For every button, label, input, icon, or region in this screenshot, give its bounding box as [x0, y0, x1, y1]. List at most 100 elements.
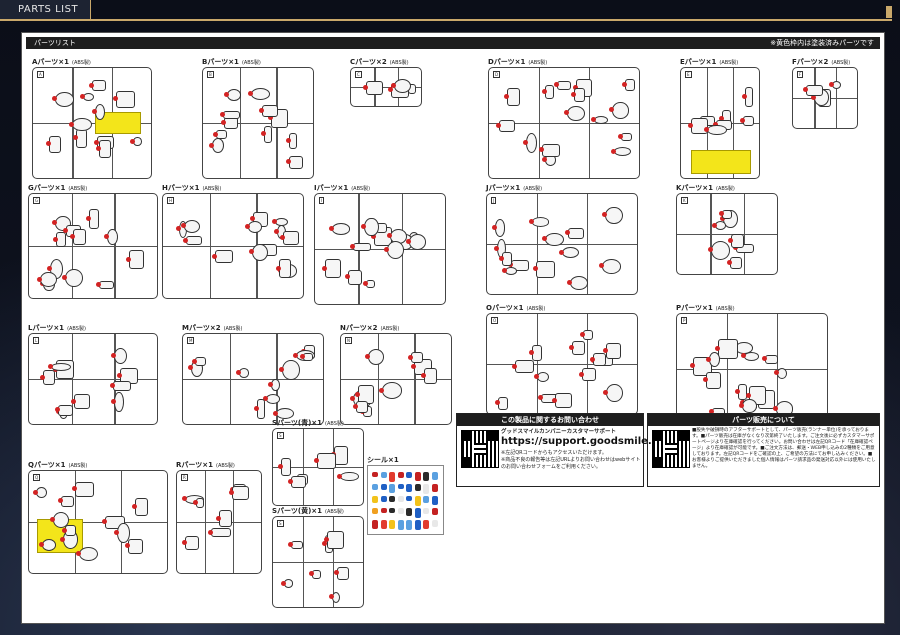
runner-part: [601, 258, 622, 274]
sticker-piece: [372, 520, 378, 529]
part-number-marker: [522, 140, 528, 146]
runner-part: [340, 471, 359, 482]
part-number-marker: [235, 370, 241, 376]
sticker-piece: [380, 508, 387, 514]
runner-part: [367, 349, 385, 366]
sticker-piece: [397, 496, 404, 503]
part-number-marker: [386, 233, 392, 239]
runner-part: [567, 105, 585, 121]
part-number-marker: [287, 479, 293, 485]
runner-gate-bar: [377, 334, 379, 424]
parts-sale-qr-code[interactable]: [652, 430, 690, 468]
runner-tag: I: [319, 197, 325, 204]
runner-part: [612, 102, 629, 119]
part-number-marker: [116, 372, 122, 378]
runner-tag: L: [33, 337, 40, 344]
part-number-marker: [354, 391, 360, 397]
runner-name: Fパーツ×2: [792, 58, 829, 66]
contact-qr-code[interactable]: [461, 430, 499, 468]
part-number-marker: [383, 246, 389, 252]
runner-part: [64, 268, 83, 287]
part-number-marker: [280, 580, 286, 586]
part-number-marker: [39, 374, 45, 380]
part-number-marker: [111, 398, 117, 404]
part-number-marker: [272, 410, 278, 416]
sticker-piece: [380, 520, 387, 529]
part-number-marker: [271, 218, 277, 224]
part-number-marker: [228, 490, 234, 496]
runner-material: (ABS製): [715, 306, 735, 312]
sticker-piece: [389, 496, 395, 502]
sticker-piece: [414, 484, 421, 491]
runner-tag: P: [681, 317, 688, 324]
runner-part: [331, 223, 351, 235]
runner-part: [718, 339, 738, 359]
runner-part: [113, 380, 131, 391]
runner-material: (ABS製): [216, 463, 235, 469]
runner-part: [324, 259, 342, 279]
runner-m: M: [182, 333, 324, 425]
runner-label-m: Mパーツ×2 (ABS製): [182, 323, 242, 333]
part-number-marker: [569, 344, 575, 350]
runner-tag: K: [681, 197, 688, 204]
runner-gate-bar: [209, 194, 211, 298]
runner-part: [569, 275, 588, 290]
painted-parts-highlight: [691, 150, 751, 174]
runner-gate-bar: [487, 364, 637, 366]
runner-tag: J: [491, 197, 497, 204]
runner-part: [282, 360, 300, 380]
runner-part: [606, 383, 623, 402]
part-number-marker: [183, 237, 189, 243]
runner-label-e: Eパーツ×1 (ABS製): [680, 57, 738, 67]
runner-label-g: Gパーツ×1 (ABS製): [28, 183, 87, 193]
part-number-marker: [328, 594, 334, 600]
sticker-piece: [431, 496, 438, 506]
runner-name: Sパーツ(黄)×1: [272, 507, 323, 515]
support-url-link[interactable]: https://support.goodsmile.com/: [501, 436, 679, 447]
runner-part: [290, 476, 306, 488]
runner-name: Nパーツ×2: [340, 324, 378, 332]
runner-j: J: [486, 193, 638, 295]
runner-part: [567, 228, 585, 239]
part-number-marker: [705, 356, 711, 362]
sticker-piece: [431, 484, 438, 492]
section-label: PARTS LIST: [18, 4, 79, 15]
runner-label-k: Kパーツ×1 (ABS製): [676, 183, 735, 193]
runner-name: Aパーツ×1: [32, 58, 70, 66]
runner-label-p: Pパーツ×1 (ABS製): [676, 303, 735, 313]
parts-sale-heading: パーツ販売について: [648, 414, 879, 426]
sticker-piece: [431, 472, 438, 480]
runner-part: [515, 360, 535, 374]
runner-part: [116, 90, 135, 108]
part-number-marker: [741, 93, 747, 99]
runner-label-b: Bパーツ×1 (ABS製): [202, 57, 261, 67]
part-number-marker: [493, 245, 499, 251]
runner-label-r: Rパーツ×1 (ABS製): [176, 460, 235, 470]
part-number-marker: [420, 372, 426, 378]
runner-gate-bar: [537, 194, 539, 294]
runner-part: [265, 394, 280, 405]
part-number-marker: [512, 363, 518, 369]
runner-part: [51, 362, 72, 371]
runner-part: [562, 247, 580, 259]
runner-part: [78, 546, 99, 562]
sticker-piece: [406, 496, 412, 502]
part-number-marker: [590, 116, 596, 122]
part-number-marker: [69, 121, 75, 127]
runner-part: [411, 352, 424, 364]
runner-tag: H: [167, 197, 175, 204]
runner-label-s_yellow: Sパーツ(黄)×1 (ABS製): [272, 506, 344, 516]
part-number-marker: [602, 348, 608, 354]
runner-material: (ABS製): [68, 186, 88, 192]
runner-part: [186, 236, 202, 246]
runner-part: [730, 257, 743, 269]
runner-name: Gパーツ×1: [28, 184, 66, 192]
runner-tag: O: [491, 317, 499, 324]
runner-label-o: Oパーツ×1 (ABS製): [486, 303, 545, 313]
runner-label-n: Nパーツ×2 (ABS製): [340, 323, 399, 333]
sticker-piece: [423, 472, 429, 482]
runner-d: D: [488, 67, 640, 179]
runner-tag: E: [685, 71, 692, 78]
runner-part: [53, 512, 69, 529]
parts-sale-box: パーツ販売について ■股失や破損時のアフターサポートとして、パーツ販売(ランナー…: [647, 413, 880, 487]
